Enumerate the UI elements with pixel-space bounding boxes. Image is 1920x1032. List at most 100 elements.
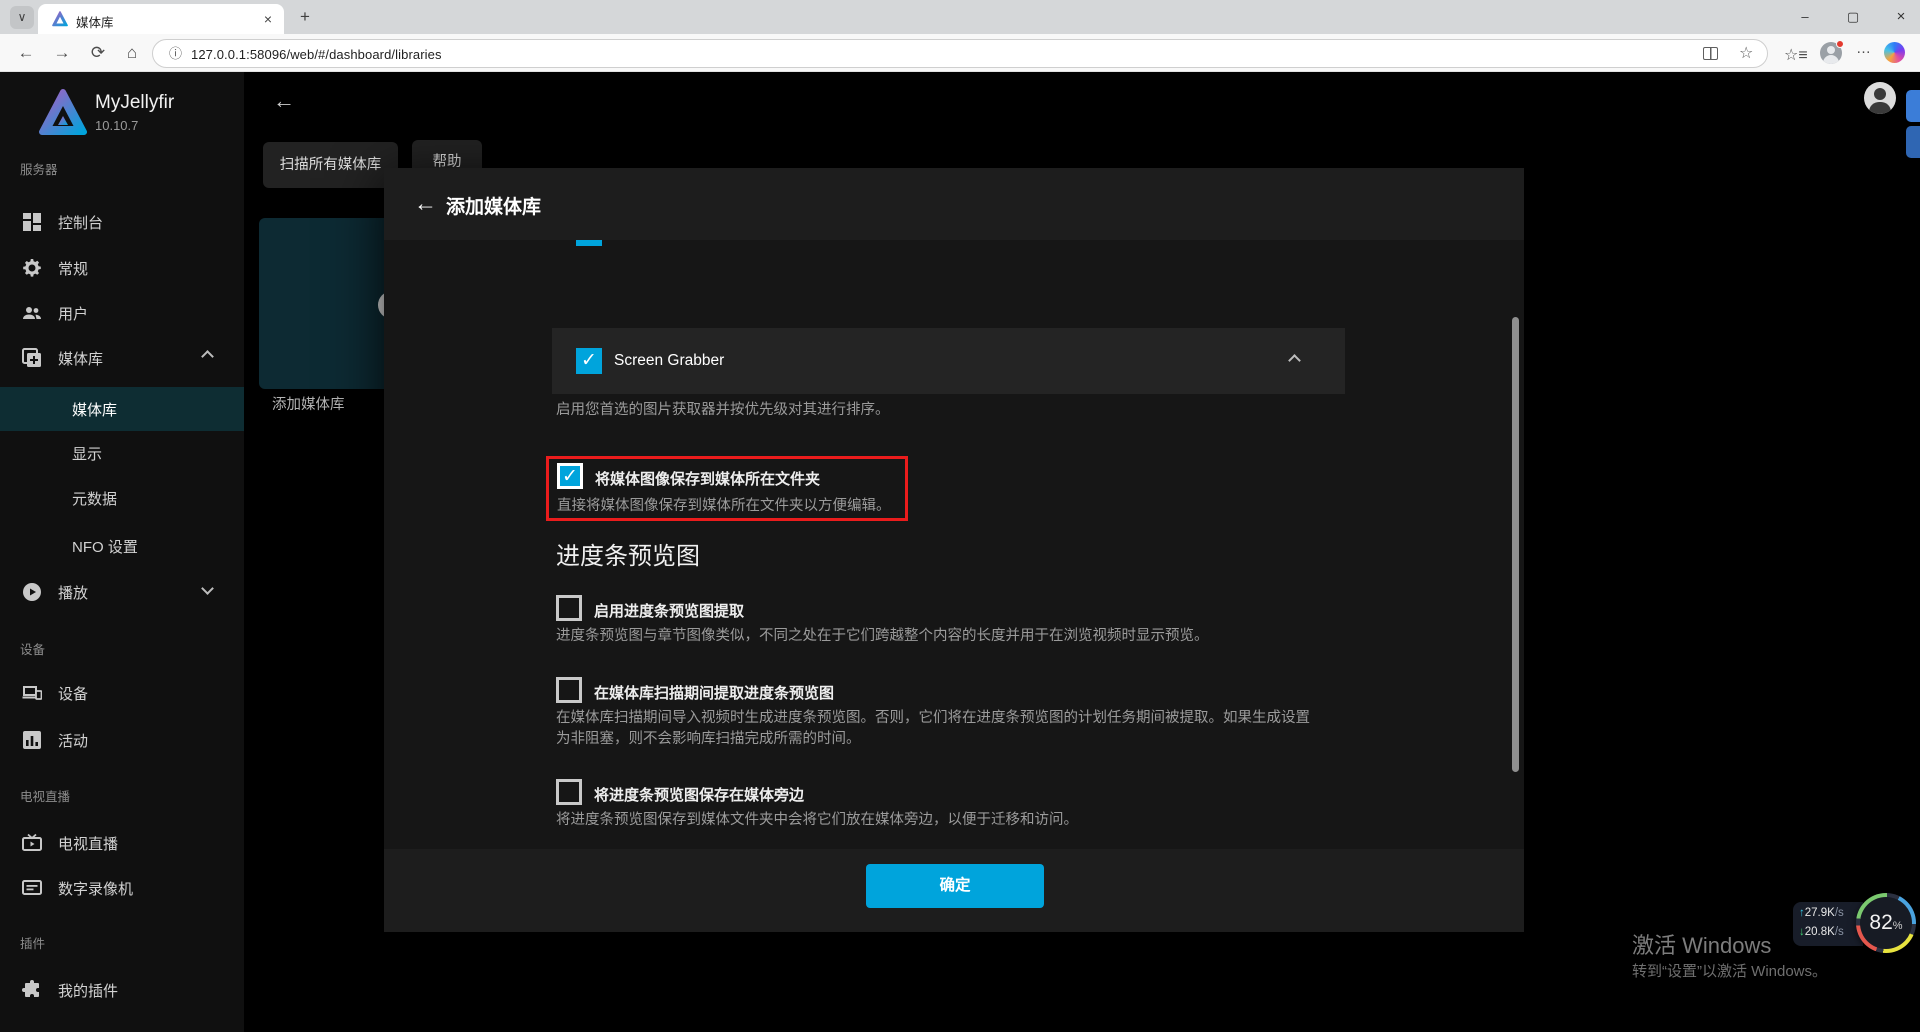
- sidebar-subitem-metadata[interactable]: 元数据: [0, 476, 244, 520]
- site-info-icon[interactable]: ⓘ: [169, 45, 182, 63]
- sidebar-section-devices: 设备: [20, 639, 45, 658]
- sidebar-subitem-label: 显示: [72, 443, 102, 464]
- url-text: 127.0.0.1:58096/web/#/dashboard/librarie…: [191, 47, 442, 62]
- screen: ∨ 媒体库 × + – ▢ × ← → ⟳ ⌂ ⓘ 127.0.0.1:5809…: [0, 0, 1920, 1032]
- browser-menu-ellipsis-icon[interactable]: …: [1856, 40, 1872, 57]
- trickplay-sidecar-helper: 将进度条预览图保存到媒体文件夹中会将它们放在媒体旁边，以便于迁移和访问。: [556, 810, 1078, 831]
- trickplay-scan-label: 在媒体库扫描期间提取进度条预览图: [594, 682, 834, 703]
- page-back-icon[interactable]: ←: [273, 88, 295, 114]
- dialog-title: 添加媒体库: [446, 192, 541, 219]
- sidebar-subitem-display[interactable]: 显示: [0, 431, 244, 475]
- sidebar-item-label: 活动: [58, 730, 88, 751]
- live-tv-icon: [22, 833, 42, 853]
- chevron-up-icon: [201, 350, 214, 363]
- tab-list-chevron-icon[interactable]: ∨: [10, 6, 34, 29]
- browser-forward-button[interactable]: →: [50, 41, 74, 65]
- copilot-icon[interactable]: [1884, 42, 1905, 63]
- highlight-red-box: ✓ 将媒体图像保存到媒体所在文件夹 直接将媒体图像保存到媒体所在文件夹以方便编辑…: [546, 456, 908, 521]
- sidebar-item-users[interactable]: 用户: [0, 291, 244, 335]
- favorite-star-icon[interactable]: ☆: [1739, 43, 1753, 63]
- library-icon: [22, 348, 42, 368]
- edge-flyout-icon-top[interactable]: [1906, 90, 1920, 122]
- upload-value: 27.9K: [1805, 907, 1835, 919]
- window-minimize-button[interactable]: –: [1790, 4, 1820, 30]
- sidebar-item-label: 媒体库: [58, 348, 103, 369]
- avatar-head-shape: [1827, 46, 1835, 54]
- sidebar-item-playback[interactable]: 播放: [0, 570, 244, 614]
- trickplay-sidecar-checkbox[interactable]: [556, 779, 582, 805]
- scan-all-libraries-button[interactable]: 扫描所有媒体库: [263, 142, 398, 188]
- sidebar-item-libraries[interactable]: 媒体库: [0, 336, 244, 380]
- trickplay-sidecar-label: 将进度条预览图保存在媒体旁边: [594, 784, 804, 805]
- screen-grabber-checkbox[interactable]: ✓: [576, 348, 602, 374]
- browser-back-button[interactable]: ←: [14, 41, 38, 65]
- gear-icon: [22, 258, 42, 278]
- activate-windows-line2: 转到“设置”以激活 Windows。: [1632, 960, 1827, 981]
- browser-tab-strip: ∨ 媒体库 × + – ▢ ×: [0, 0, 1920, 34]
- gauge-percent-unit: %: [1893, 920, 1903, 932]
- add-library-card-label: 添加媒体库: [272, 393, 345, 414]
- sidebar-item-label: 数字录像机: [58, 878, 133, 899]
- move-up-chevron-icon[interactable]: [1288, 354, 1301, 367]
- sidebar-section-plugins: 插件: [20, 933, 45, 952]
- new-tab-button[interactable]: +: [296, 8, 314, 26]
- sidebar-section-server: 服务器: [20, 159, 58, 178]
- dvr-icon: [22, 878, 42, 898]
- dialog-content: ✓ Screen Grabber 启用您首选的图片获取器并按优先级对其进行排序。…: [384, 240, 1524, 849]
- window-maximize-button[interactable]: ▢: [1838, 4, 1868, 30]
- dialog-footer: 确定: [384, 849, 1524, 932]
- avatar-body-shape: [1869, 102, 1891, 114]
- upload-speed: ↑27.9K/s: [1799, 907, 1844, 919]
- save-images-checkbox[interactable]: ✓: [557, 463, 583, 489]
- edge-flyout-icon-bottom[interactable]: [1906, 126, 1920, 158]
- sidebar-item-label: 常规: [58, 258, 88, 279]
- sidebar-item-dashboard[interactable]: 控制台: [0, 200, 244, 244]
- app-name: MyJellyfir: [95, 92, 174, 114]
- add-library-dialog: ← 添加媒体库 ✓ Screen Grabber 启用您首选的图片获取器并按优先…: [384, 168, 1524, 932]
- plugin-puzzle-icon: [22, 980, 42, 1000]
- dialog-header: ← 添加媒体库: [384, 168, 1524, 240]
- sidebar-item-devices[interactable]: 设备: [0, 671, 244, 715]
- sidebar-item-dvr[interactable]: 数字录像机: [0, 866, 244, 910]
- trickplay-scan-checkbox[interactable]: [556, 677, 582, 703]
- sidebar-section-livetv: 电视直播: [20, 786, 70, 805]
- sidebar-item-activity[interactable]: 活动: [0, 718, 244, 762]
- avatar-body-shape: [1823, 55, 1839, 64]
- sidebar-item-myplugins[interactable]: 我的插件: [0, 968, 244, 1012]
- profile-notification-dot: [1836, 40, 1844, 48]
- net-speed-widget[interactable]: ↑27.9K/s ↓20.8K/s: [1793, 902, 1863, 946]
- browser-reload-button[interactable]: ⟳: [86, 41, 110, 65]
- window-close-button[interactable]: ×: [1886, 4, 1916, 30]
- fetcher-row-screen-grabber[interactable]: ✓ Screen Grabber: [552, 328, 1345, 394]
- sidebar-item-livetv[interactable]: 电视直播: [0, 821, 244, 865]
- sidebar-subitem-nfo[interactable]: NFO 设置: [0, 524, 244, 568]
- performance-gauge[interactable]: 82%: [1856, 893, 1916, 953]
- sidebar-subitem-libraries-selected[interactable]: 媒体库: [0, 387, 244, 431]
- screen-grabber-label: Screen Grabber: [614, 352, 724, 370]
- dialog-back-icon[interactable]: ←: [414, 190, 437, 217]
- tab-close-icon[interactable]: ×: [260, 11, 276, 27]
- download-unit: /s: [1835, 926, 1844, 938]
- trickplay-enable-checkbox[interactable]: [556, 595, 582, 621]
- address-bar[interactable]: ⓘ 127.0.0.1:58096/web/#/dashboard/librar…: [152, 39, 1768, 68]
- browser-home-button[interactable]: ⌂: [120, 41, 144, 65]
- users-icon: [22, 303, 42, 323]
- browser-tab[interactable]: 媒体库 ×: [38, 4, 284, 34]
- cutoff-checkbox-sliver: [576, 240, 602, 246]
- split-screen-icon[interactable]: [1703, 47, 1718, 60]
- avatar-head-shape: [1874, 88, 1886, 100]
- favorites-bar-icon[interactable]: ☆≡: [1784, 45, 1808, 65]
- sidebar-item-general[interactable]: 常规: [0, 246, 244, 290]
- ok-button[interactable]: 确定: [866, 864, 1044, 908]
- sidebar-subitem-label: NFO 设置: [72, 536, 138, 557]
- jellyfin-logo: [38, 88, 88, 138]
- save-images-label: 将媒体图像保存到媒体所在文件夹: [595, 468, 820, 489]
- gauge-inner: 82%: [1860, 897, 1912, 949]
- save-images-helper: 直接将媒体图像保存到媒体所在文件夹以方便编辑。: [557, 496, 891, 517]
- dialog-scrollbar-thumb[interactable]: [1512, 317, 1519, 772]
- chevron-down-icon: [201, 582, 214, 595]
- user-avatar[interactable]: [1864, 82, 1896, 114]
- sidebar-item-label: 控制台: [58, 212, 103, 233]
- add-library-card[interactable]: [259, 218, 386, 389]
- sidebar-item-label: 播放: [58, 582, 88, 603]
